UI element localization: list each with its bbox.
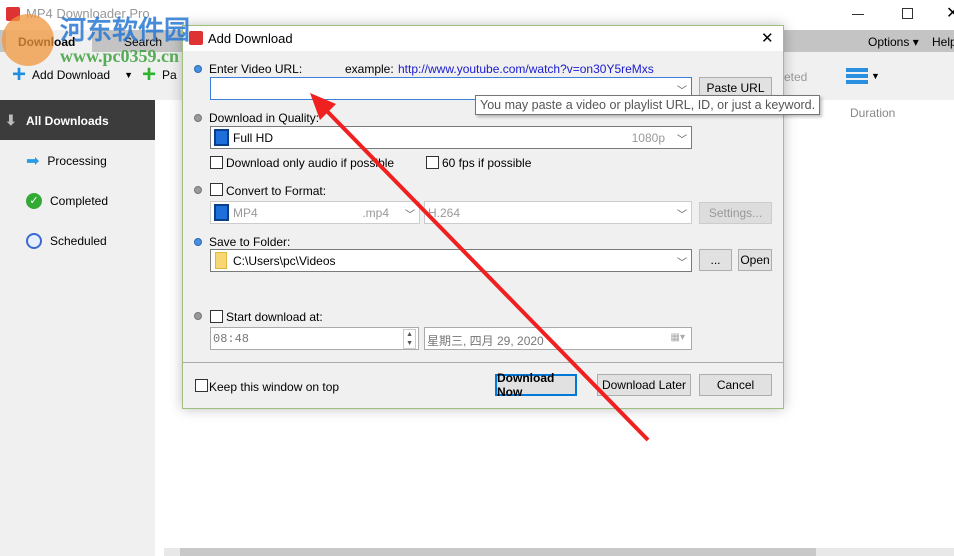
red-arrow-annotation xyxy=(310,93,650,442)
